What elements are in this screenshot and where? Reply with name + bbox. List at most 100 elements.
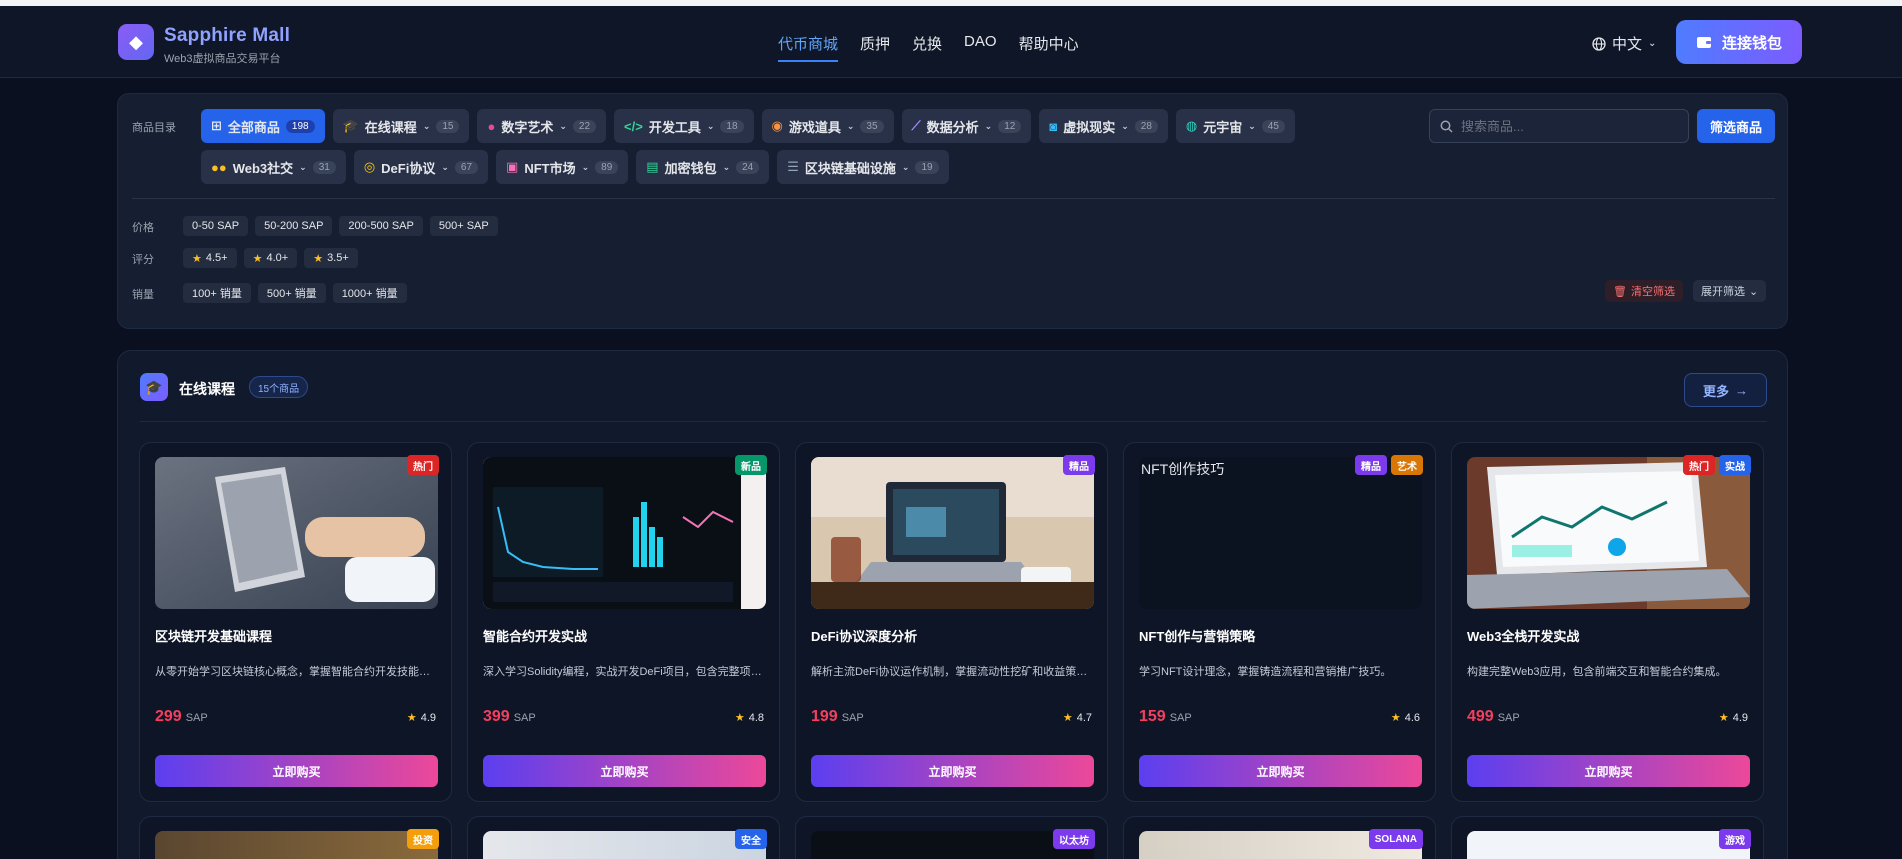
category-all[interactable]: ⊞ 全部商品 198 bbox=[201, 109, 325, 143]
buy-now-button[interactable]: 立即购买 bbox=[483, 755, 766, 787]
category-label: 全部商品 bbox=[227, 119, 280, 135]
image-icon: ▣ bbox=[506, 159, 519, 174]
category-nft-market[interactable]: ▣ NFT市场 ⌄ 89 bbox=[496, 150, 629, 184]
rating-option[interactable]: ★ 3.5+ bbox=[304, 248, 358, 268]
category-metaverse[interactable]: ◍ 元宇宙 ⌄ 45 bbox=[1175, 109, 1295, 143]
price-option[interactable]: 0-50 SAP bbox=[183, 216, 249, 236]
sales-option[interactable]: 100+ 销量 bbox=[183, 283, 251, 303]
category-game-items[interactable]: ◉ 游戏道具 ⌄ 35 bbox=[761, 109, 894, 143]
product-card[interactable]: SOLANA bbox=[1123, 816, 1436, 859]
trash-icon: 🗑 bbox=[1613, 285, 1627, 298]
category-blockchain-infra[interactable]: ☰ 区块链基础设施 ⌄ 19 bbox=[777, 150, 949, 184]
product-card[interactable]: 新品 智能合约开发实战 深入学习Solidity编程，实战开发DeFi项目，包含… bbox=[467, 442, 780, 802]
price-options: 0-50 SAP 50-200 SAP 200-500 SAP 500+ SAP bbox=[183, 216, 498, 236]
buy-now-button[interactable]: 立即购买 bbox=[1467, 755, 1750, 787]
product-card[interactable]: 精品 DeFi协议深度分析 解析主流DeFi协议运作机制，掌握流动性挖矿和收益策… bbox=[795, 442, 1108, 802]
product-price: 299 SAP bbox=[155, 708, 208, 726]
premium-badge: 精品 bbox=[1063, 455, 1095, 475]
expand-filters-button[interactable]: 展开筛选 ⌄ bbox=[1693, 280, 1767, 302]
nav-item-staking[interactable]: 质押 bbox=[860, 33, 890, 62]
product-title: 区块链开发基础课程 bbox=[155, 629, 273, 644]
solana-badge: SOLANA bbox=[1368, 829, 1423, 849]
rating-option[interactable]: ★ 4.0+ bbox=[243, 248, 298, 268]
category-dev-tools[interactable]: </> 开发工具 ⌄ 18 bbox=[614, 109, 754, 143]
product-card[interactable]: 安全 bbox=[467, 816, 780, 859]
section-count-badge: 15个商品 bbox=[249, 376, 309, 398]
sales-option[interactable]: 1000+ 销量 bbox=[332, 283, 407, 303]
product-rating: ★ 4.9 bbox=[1719, 711, 1748, 725]
section-divider bbox=[140, 421, 1767, 422]
connect-wallet-label: 连接钱包 bbox=[1721, 34, 1782, 52]
product-badges: 精品 艺术 bbox=[1355, 455, 1423, 475]
chevron-down-icon: ⌄ bbox=[1248, 120, 1256, 131]
catalog-label: 商品目录 bbox=[132, 122, 176, 134]
product-title: 智能合约开发实战 bbox=[483, 629, 588, 644]
vr-headset-icon: ◙ bbox=[1049, 118, 1058, 134]
clear-filters-button[interactable]: 🗑 清空筛选 bbox=[1605, 280, 1683, 302]
practice-badge: 实战 bbox=[1719, 455, 1751, 475]
ethereum-badge: 以太坊 bbox=[1053, 829, 1095, 849]
chevron-down-icon: ⌄ bbox=[581, 161, 590, 172]
nav-item-token-mall[interactable]: 代币商城 bbox=[778, 33, 839, 62]
more-button[interactable]: 更多 → bbox=[1684, 373, 1767, 407]
wallet-icon: ▤ bbox=[646, 159, 659, 174]
product-card[interactable]: NFT创作技巧 精品 艺术 NFT创作与营销策略 学习NFT设计理念，掌握铸造流程… bbox=[1123, 442, 1436, 802]
search-input[interactable] bbox=[1461, 118, 1671, 134]
buy-now-button[interactable]: 立即购买 bbox=[811, 755, 1094, 787]
price-value: 199 bbox=[811, 708, 838, 725]
product-card[interactable]: 游戏 bbox=[1451, 816, 1764, 859]
product-description: 构建完整Web3应用，包含前端交互和智能合约集成。 bbox=[1467, 666, 1727, 678]
price-unit: SAP bbox=[513, 712, 536, 724]
product-image bbox=[811, 457, 1094, 609]
category-row-1: ⊞ 全部商品 198 🎓 在线课程 ⌄ 15 ● 数字艺术 ⌄ 22 </> 开发工具 ⌄ 18 ◉ 游… bbox=[201, 109, 1295, 143]
coins-icon: ◎ bbox=[363, 159, 376, 174]
product-card[interactable]: 以太坊 bbox=[795, 816, 1108, 859]
star-icon: ★ bbox=[1390, 712, 1401, 724]
nav-item-swap[interactable]: 兑换 bbox=[912, 33, 942, 62]
brand[interactable]: Sapphire Mall Web3虚拟商品交易平台 bbox=[164, 25, 290, 66]
connect-wallet-button[interactable]: 连接钱包 bbox=[1676, 20, 1802, 64]
category-online-courses[interactable]: 🎓 在线课程 ⌄ 15 bbox=[332, 109, 470, 143]
product-card[interactable]: 热门 区块链开发基础课程 从零开始学习区块链核心概念，掌握智能合约开发技能，..… bbox=[139, 442, 452, 802]
category-crypto-wallet[interactable]: ▤ 加密钱包 ⌄ 24 bbox=[636, 150, 770, 184]
product-badges: 游戏 bbox=[1719, 829, 1751, 849]
price-option[interactable]: 500+ SAP bbox=[429, 216, 498, 236]
price-option[interactable]: 200-500 SAP bbox=[339, 216, 423, 236]
chevron-down-icon: ⌄ bbox=[984, 120, 993, 131]
chevron-down-icon: ⌄ bbox=[441, 161, 449, 172]
chevron-down-icon: ⌄ bbox=[422, 120, 431, 131]
product-price: 499 SAP bbox=[1467, 708, 1520, 726]
category-label: 元宇宙 bbox=[1203, 119, 1243, 135]
category-web3-social[interactable]: ●● Web3社交 ⌄ 31 bbox=[201, 150, 346, 184]
chevron-down-icon: ⌄ bbox=[706, 120, 715, 131]
product-image bbox=[155, 831, 438, 859]
filter-products-button[interactable]: 筛选商品 bbox=[1697, 109, 1775, 143]
sales-option[interactable]: 500+ 销量 bbox=[257, 283, 326, 303]
chevron-down-icon: ⌄ bbox=[846, 120, 855, 131]
star-icon: ★ bbox=[734, 712, 745, 724]
chevron-down-icon: ⌄ bbox=[299, 161, 307, 172]
chevron-down-icon: ⌄ bbox=[1648, 38, 1657, 49]
search-box bbox=[1429, 109, 1689, 143]
buy-now-button[interactable]: 立即购买 bbox=[155, 755, 438, 787]
diamond-logo-icon[interactable]: ◆ bbox=[118, 24, 154, 60]
category-label: NFT市场 bbox=[524, 160, 576, 176]
product-card[interactable]: 热门 实战 Web3全栈开发实战 构建完整Web3应用，包含前端交互和智能合约集成… bbox=[1451, 442, 1764, 802]
category-digital-art[interactable]: ● 数字艺术 ⌄ 22 bbox=[477, 109, 607, 143]
price-label: 价格 bbox=[132, 222, 154, 234]
rating-option[interactable]: ★ 4.5+ bbox=[183, 248, 237, 268]
category-data-analysis[interactable]: ⟋ 数据分析 ⌄ 12 bbox=[901, 109, 1032, 143]
buy-now-button[interactable]: 立即购买 bbox=[1139, 755, 1422, 787]
category-defi[interactable]: ◎ DeFi协议 ⌄ 67 bbox=[353, 150, 489, 184]
product-card[interactable]: 投资 bbox=[139, 816, 452, 859]
hot-badge: 热门 bbox=[1683, 455, 1715, 475]
nav-item-help[interactable]: 帮助中心 bbox=[1019, 33, 1079, 62]
game-badge: 游戏 bbox=[1719, 829, 1751, 849]
rating-value: 4.9 bbox=[420, 711, 436, 724]
category-vr[interactable]: ◙ 虚拟现实 ⌄ 28 bbox=[1039, 109, 1168, 143]
nav-item-dao[interactable]: DAO bbox=[964, 33, 997, 62]
price-option[interactable]: 50-200 SAP bbox=[255, 216, 333, 236]
graduation-cap-icon: 🎓 bbox=[342, 118, 359, 133]
product-rating: ★ 4.8 bbox=[734, 711, 764, 725]
language-selector[interactable]: 中文 ⌄ bbox=[1592, 33, 1656, 54]
